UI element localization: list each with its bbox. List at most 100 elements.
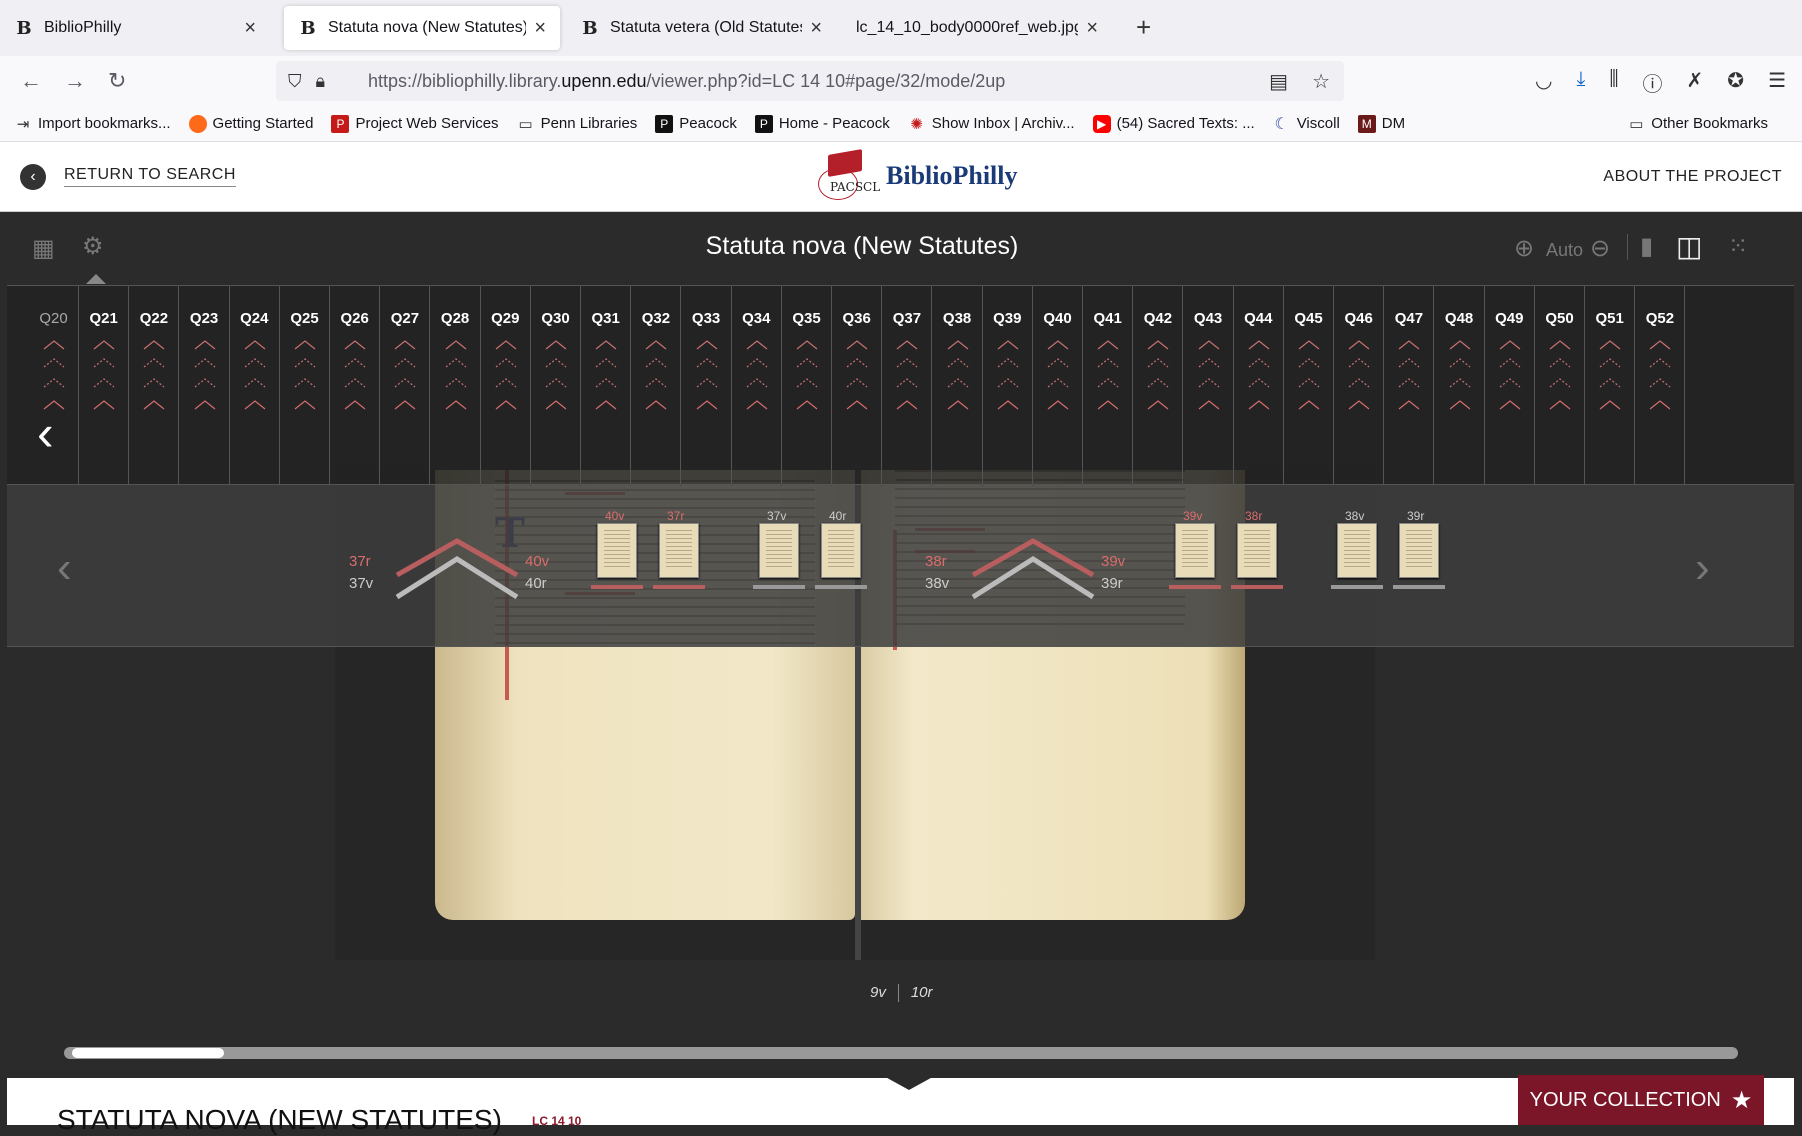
hamburger-menu-icon[interactable]: ☰ xyxy=(1768,68,1786,97)
leaf-chevron xyxy=(194,400,215,410)
two-page-icon[interactable]: ◫ xyxy=(1676,230,1702,263)
quire-column-q34[interactable]: Q34 xyxy=(732,286,782,486)
new-tab-plus-icon[interactable]: + xyxy=(1136,12,1151,43)
leaf-chevron xyxy=(595,340,617,350)
pocket-icon[interactable]: ◡ xyxy=(1535,68,1552,97)
library-icon[interactable]: ⫼ xyxy=(1609,68,1618,97)
tab-image-jpg[interactable]: lc_14_10_body0000ref_web.jpg (JPE × xyxy=(842,6,1112,50)
quire-column-q40[interactable]: Q40 xyxy=(1033,286,1083,486)
quire-column-q45[interactable]: Q45 xyxy=(1284,286,1334,486)
reader-view-icon[interactable]: ▤ xyxy=(1269,69,1288,94)
back-circle-icon[interactable]: ‹ xyxy=(20,164,46,190)
quire-label: Q41 xyxy=(1093,310,1122,327)
quire-column-q43[interactable]: Q43 xyxy=(1184,286,1234,486)
bookmark-sacred-texts[interactable]: ▶ (54) Sacred Texts: ... xyxy=(1092,114,1255,133)
extension-puzzle-icon[interactable]: ✪ xyxy=(1727,68,1744,97)
quire-column-q51[interactable]: Q51 xyxy=(1585,286,1636,486)
thumbnail-label: 38r xyxy=(1245,509,1263,523)
close-tab-icon[interactable]: × xyxy=(244,17,256,40)
tab-statuta-nova[interactable]: B Statuta nova (New Statutes) × xyxy=(284,6,560,50)
url-bar[interactable]: ⛉ 🔒︎ https://bibliophilly.library.upenn.… xyxy=(276,61,1344,101)
quire-column-q41[interactable]: Q41 xyxy=(1083,286,1134,486)
page-thumbnail[interactable] xyxy=(821,523,861,578)
quire-column-q49[interactable]: Q49 xyxy=(1485,286,1535,486)
quire-column-q29[interactable]: Q29 xyxy=(481,286,531,486)
zoom-in-icon[interactable]: ⊕ xyxy=(1514,234,1534,263)
quire-column-q39[interactable]: Q39 xyxy=(983,286,1033,486)
quire-column-q22[interactable]: Q22 xyxy=(129,286,180,486)
bookmark-star-icon[interactable]: ☆ xyxy=(1312,69,1330,94)
quire-column-q21[interactable]: Q21 xyxy=(79,286,130,486)
tab-bibliophilly[interactable]: B BiblioPhilly × xyxy=(0,6,270,50)
leaf-chevron xyxy=(144,400,165,410)
quire-column-q27[interactable]: Q27 xyxy=(380,286,431,486)
leaf-label: 38v xyxy=(925,575,950,592)
close-tab-icon[interactable]: × xyxy=(810,17,822,40)
bookmark-getting-started[interactable]: Getting Started xyxy=(188,114,313,133)
bookmark-dm[interactable]: M DM xyxy=(1357,114,1405,133)
quire-column-q32[interactable]: Q32 xyxy=(631,286,682,486)
quire-column-q52[interactable]: Q52 xyxy=(1635,286,1686,486)
page-thumbnail[interactable] xyxy=(1399,523,1439,578)
zoom-out-icon[interactable]: ⊖ xyxy=(1590,234,1610,263)
extension-icon[interactable]: ⓘ xyxy=(1643,68,1663,97)
single-page-icon[interactable]: ▮ xyxy=(1640,232,1653,261)
bookmark-home-peacock[interactable]: P Home - Peacock xyxy=(754,114,890,133)
thumbnail-grid-icon[interactable]: ⁙ xyxy=(1728,232,1748,261)
quire-column-q35[interactable]: Q35 xyxy=(782,286,832,486)
quire-column-q25[interactable]: Q25 xyxy=(280,286,330,486)
quire-column-q30[interactable]: Q30 xyxy=(531,286,581,486)
bookmark-other[interactable]: ▭ Other Bookmarks xyxy=(1627,115,1768,133)
leaf-label: 40v xyxy=(525,553,550,570)
downloads-icon[interactable]: ⤓ xyxy=(1576,68,1585,97)
back-arrow-icon[interactable]: ← xyxy=(20,68,42,94)
horizontal-scrollbar[interactable] xyxy=(64,1047,1738,1059)
lock-icon[interactable]: 🔒︎ xyxy=(316,71,326,92)
leaf-chevron xyxy=(1298,378,1320,388)
return-to-search-link[interactable]: RETURN TO SEARCH xyxy=(64,166,236,187)
quire-column-q31[interactable]: Q31 xyxy=(581,286,632,486)
shield-icon[interactable]: ⛉ xyxy=(288,71,302,92)
quire-column-q28[interactable]: Q28 xyxy=(431,286,481,486)
detail-prev-arrow-icon[interactable]: ‹ xyxy=(57,543,72,593)
bookmark-peacock[interactable]: P Peacock xyxy=(655,114,737,133)
tab-statuta-vetera[interactable]: B Statuta vetera (Old Statutes) × xyxy=(566,6,836,50)
zotero-icon[interactable]: ✗ xyxy=(1687,68,1704,97)
quire-column-q20[interactable]: Q20 xyxy=(29,286,79,486)
bookmark-import[interactable]: ⇥ Import bookmarks... xyxy=(14,115,171,133)
leaf-chevron xyxy=(244,400,266,410)
quire-column-q24[interactable]: Q24 xyxy=(230,286,280,486)
page-thumbnail[interactable] xyxy=(759,523,799,578)
forward-arrow-icon[interactable]: → xyxy=(64,68,86,94)
quire-column-q26[interactable]: Q26 xyxy=(330,286,381,486)
quire-label: Q29 xyxy=(491,310,520,327)
bookmark-project-web-services[interactable]: P Project Web Services xyxy=(331,114,499,133)
bookmark-viscoll[interactable]: ☾ Viscoll xyxy=(1273,115,1340,133)
page-thumbnail[interactable] xyxy=(1337,523,1377,578)
quire-column-q38[interactable]: Q38 xyxy=(933,286,983,486)
page-thumbnail[interactable] xyxy=(1237,523,1277,578)
detail-next-arrow-icon[interactable]: › xyxy=(1695,543,1710,593)
page-thumbnail[interactable] xyxy=(659,523,699,578)
quire-column-q33[interactable]: Q33 xyxy=(682,286,732,486)
close-tab-icon[interactable]: × xyxy=(1086,17,1098,40)
quire-column-q50[interactable]: Q50 xyxy=(1535,286,1585,486)
close-tab-icon[interactable]: × xyxy=(534,17,546,40)
page-thumbnail[interactable] xyxy=(597,523,637,578)
your-collection-button[interactable]: YOUR COLLECTION ★ xyxy=(1518,1075,1764,1125)
about-project-link[interactable]: ABOUT THE PROJECT xyxy=(1603,168,1782,186)
quire-column-q48[interactable]: Q48 xyxy=(1435,286,1485,486)
reload-icon[interactable]: ↻ xyxy=(108,68,126,94)
quire-column-q42[interactable]: Q42 xyxy=(1133,286,1184,486)
quire-column-q46[interactable]: Q46 xyxy=(1334,286,1385,486)
quire-column-q36[interactable]: Q36 xyxy=(832,286,883,486)
quire-column-q23[interactable]: Q23 xyxy=(180,286,230,486)
bookmark-penn-libraries[interactable]: ▭ Penn Libraries xyxy=(517,115,637,133)
bibliophilly-logo[interactable]: PACSCL BiblioPhilly xyxy=(818,149,1018,202)
bookmark-show-inbox[interactable]: ✺ Show Inbox | Archiv... xyxy=(908,115,1074,133)
page-thumbnail[interactable] xyxy=(1175,523,1215,578)
scrollbar-thumb[interactable] xyxy=(72,1048,224,1058)
quire-column-q44[interactable]: Q44 xyxy=(1234,286,1284,486)
quire-column-q47[interactable]: Q47 xyxy=(1384,286,1435,486)
quire-column-q37[interactable]: Q37 xyxy=(882,286,933,486)
